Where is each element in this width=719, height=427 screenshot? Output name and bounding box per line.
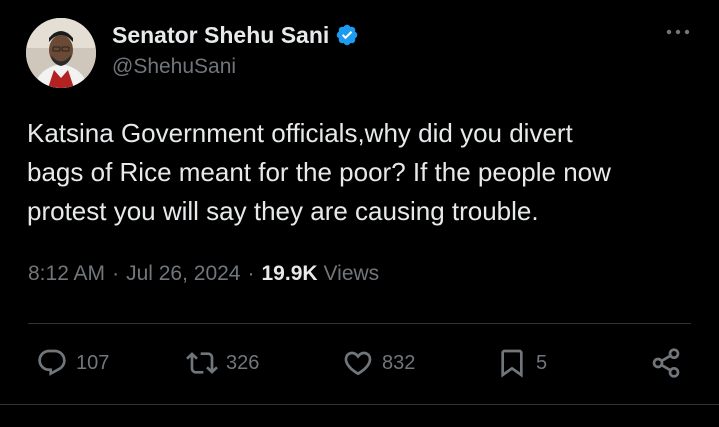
repost-button[interactable]: 326	[186, 347, 259, 379]
share-icon	[650, 347, 682, 379]
divider	[28, 323, 691, 324]
author-block: Senator Shehu Sani @ShehuSani	[112, 21, 359, 79]
like-count: 832	[382, 351, 416, 374]
tweet-text: Katsina Government officials,why did you…	[27, 114, 697, 231]
avatar-image	[26, 18, 96, 88]
reply-count: 107	[76, 351, 110, 374]
repost-count: 326	[226, 351, 260, 374]
like-icon	[342, 347, 374, 379]
tweet-card: Senator Shehu Sani @ShehuSani Katsina Go…	[0, 0, 719, 427]
tweet-time[interactable]: 8:12 AM	[28, 262, 105, 286]
meta-separator: ·	[247, 262, 255, 285]
bookmark-button[interactable]: 5	[496, 347, 547, 379]
reply-icon	[36, 347, 68, 379]
more-icon[interactable]	[665, 25, 691, 39]
like-button[interactable]: 832	[342, 347, 415, 379]
share-button[interactable]	[650, 347, 682, 379]
bookmark-count: 5	[536, 351, 548, 374]
views-count[interactable]: 19.9K	[262, 262, 318, 286]
tweet-text-line: Katsina Government officials,why did you…	[27, 118, 573, 148]
tweet-date[interactable]: Jul 26, 2024	[126, 262, 240, 286]
name-row: Senator Shehu Sani	[112, 21, 359, 49]
tweet-text-line: bags of Rice meant for the poor? If the …	[27, 157, 611, 187]
handle[interactable]: @ShehuSani	[112, 55, 359, 79]
avatar[interactable]	[26, 18, 96, 88]
display-name[interactable]: Senator Shehu Sani	[112, 22, 329, 49]
meta-separator: ·	[112, 262, 120, 285]
repost-icon	[186, 347, 218, 379]
tweet-meta: 8:12 AM · Jul 26, 2024 · 19.9K Views	[28, 262, 379, 286]
verified-icon[interactable]	[335, 23, 359, 47]
tweet-text-line: protest you will say they are causing tr…	[27, 196, 539, 226]
divider	[0, 404, 719, 405]
bookmark-icon	[496, 347, 528, 379]
views-label[interactable]: Views	[324, 262, 380, 286]
reply-button[interactable]: 107	[36, 347, 109, 379]
